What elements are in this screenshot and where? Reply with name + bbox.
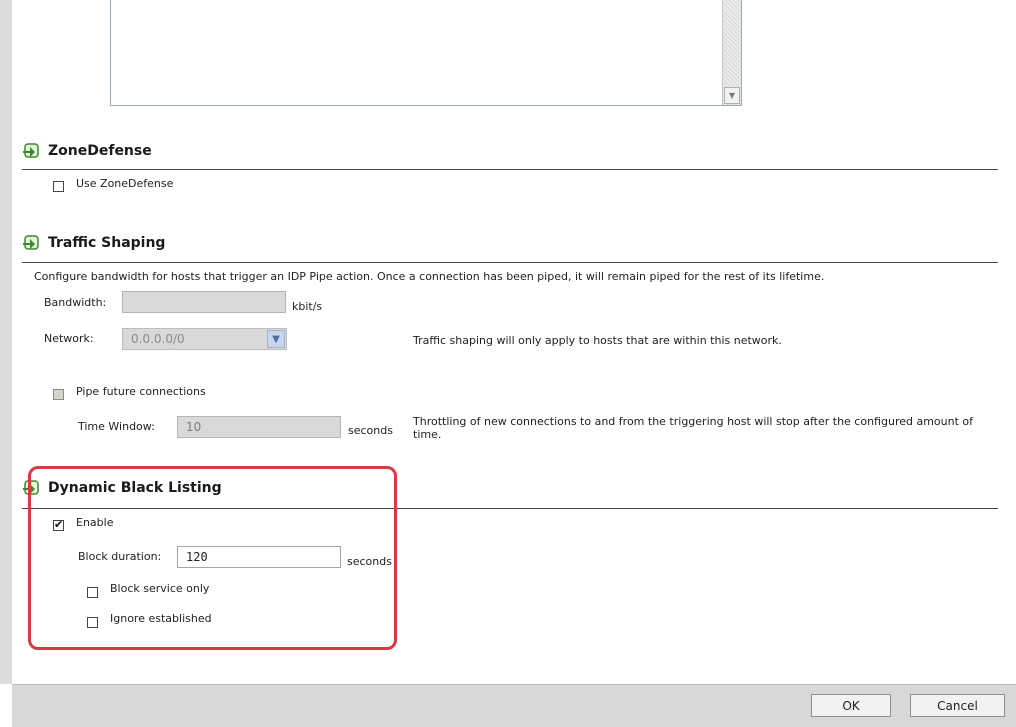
textarea-scrollbar[interactable]: ▼: [722, 0, 741, 105]
highlight-outline: [28, 466, 397, 650]
pipe-future-connections-label: Pipe future connections: [76, 385, 206, 398]
scroll-down-arrow-icon[interactable]: ▼: [724, 87, 740, 104]
section-title: Traffic Shaping: [48, 235, 166, 251]
comments-textarea[interactable]: ▼: [110, 0, 742, 106]
section-divider: [22, 262, 998, 263]
traffic-shaping-description: Configure bandwidth for hosts that trigg…: [34, 270, 825, 283]
ok-button[interactable]: OK: [811, 694, 891, 717]
section-arrow-icon: [22, 143, 40, 159]
cancel-button[interactable]: Cancel: [910, 694, 1005, 717]
time-window-unit: seconds: [348, 424, 393, 437]
pipe-future-connections-checkbox[interactable]: [53, 389, 64, 400]
use-zonedefense-label: Use ZoneDefense: [76, 177, 174, 190]
section-divider: [22, 169, 998, 170]
section-arrow-icon: [22, 235, 40, 251]
network-select[interactable]: 0.0.0.0/0 ▼: [122, 328, 287, 350]
section-title: ZoneDefense: [48, 143, 152, 159]
time-window-label: Time Window:: [78, 420, 155, 433]
chevron-down-icon[interactable]: ▼: [267, 330, 285, 348]
traffic-shaping-header: Traffic Shaping: [22, 232, 165, 254]
time-window-help-text: Throttling of new connections to and fro…: [413, 415, 974, 441]
bandwidth-input[interactable]: [122, 291, 286, 313]
use-zonedefense-checkbox[interactable]: [53, 181, 64, 192]
network-select-value: 0.0.0.0/0: [131, 332, 185, 346]
bandwidth-label: Bandwidth:: [44, 296, 107, 309]
zonedefense-header: ZoneDefense: [22, 140, 152, 162]
network-label: Network:: [44, 332, 94, 345]
bandwidth-unit: kbit/s: [292, 300, 323, 313]
network-help-text: Traffic shaping will only apply to hosts…: [413, 334, 782, 347]
time-window-input[interactable]: 10: [177, 416, 341, 438]
